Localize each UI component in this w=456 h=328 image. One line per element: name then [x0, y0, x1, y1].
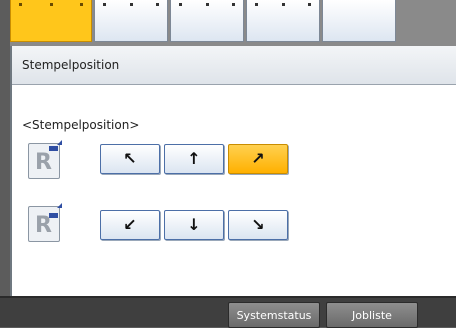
panel-title: Stempelposition — [22, 58, 120, 72]
arrow-up-icon: ↑ — [187, 149, 201, 168]
tab-3[interactable] — [170, 0, 244, 42]
stamp-top-icon: R — [28, 140, 62, 179]
tab-strip — [10, 0, 456, 46]
arrow-down-icon: ↓ — [187, 215, 201, 234]
section-label: <Stempelposition> — [22, 118, 140, 132]
arrow-up-left-icon: ↖ — [123, 149, 137, 168]
position-top-center-button[interactable]: ↑ — [164, 144, 224, 174]
arrow-down-left-icon: ↙ — [123, 215, 137, 234]
position-top-right-button[interactable]: ↗ — [228, 144, 288, 174]
position-bottom-right-button[interactable]: ↘ — [228, 210, 288, 240]
tab-5[interactable] — [322, 0, 396, 42]
position-bottom-left-button[interactable]: ↙ — [100, 210, 160, 240]
position-bottom-center-button[interactable]: ↓ — [164, 210, 224, 240]
tab-2[interactable] — [94, 0, 168, 42]
arrow-down-right-icon: ↘ — [251, 215, 265, 234]
position-top-left-button[interactable]: ↖ — [100, 144, 160, 174]
system-status-button[interactable]: Systemstatus — [228, 302, 320, 328]
panel-header: Stempelposition — [12, 46, 456, 85]
arrow-up-right-icon: ↗ — [251, 149, 265, 168]
job-list-button[interactable]: Jobliste — [326, 302, 418, 328]
tab-1[interactable] — [10, 0, 92, 42]
stamp-bottom-icon: R — [28, 203, 62, 242]
stamp-position-panel: Stempelposition <Stempelposition> R R ↖ … — [10, 46, 456, 296]
tab-4[interactable] — [246, 0, 320, 42]
bottom-bar: Systemstatus Jobliste — [0, 296, 456, 328]
copier-screen: Stempelposition <Stempelposition> R R ↖ … — [0, 0, 456, 328]
